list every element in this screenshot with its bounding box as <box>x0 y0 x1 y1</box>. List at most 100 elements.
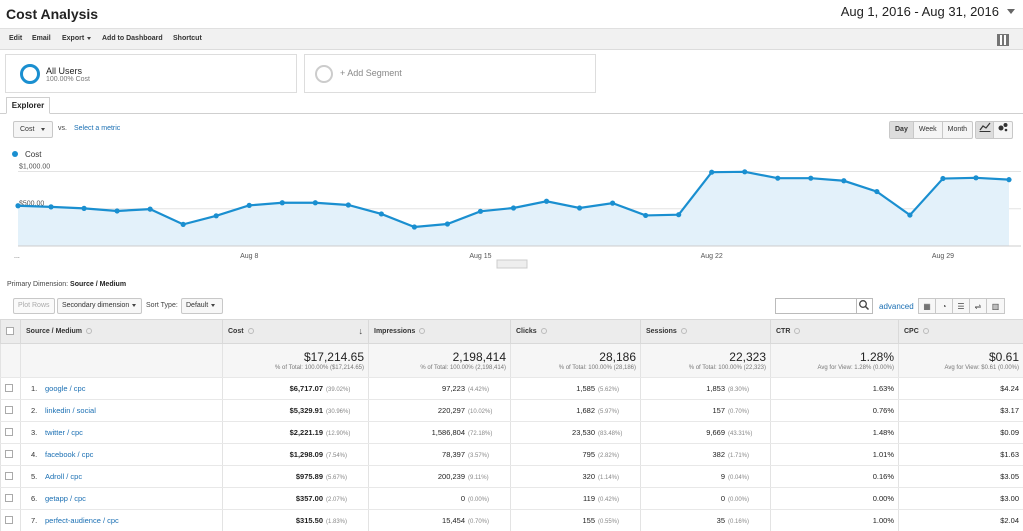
row-checkbox[interactable] <box>5 383 13 392</box>
edit-button[interactable]: Edit <box>9 35 22 42</box>
search-icon[interactable] <box>856 299 872 313</box>
cost-percent: (30.96%) <box>326 409 351 415</box>
comparison-view-icon[interactable]: ⇌ <box>970 299 987 313</box>
row-select-cell <box>0 377 21 400</box>
column-header-impressions[interactable]: Impressions <box>368 319 511 344</box>
insights-icon[interactable] <box>997 34 1009 46</box>
impressions-cell: 97,223 (4.42%) <box>368 377 511 400</box>
table-row: 1. google / cpc $6,717.07 (39.02%) 97,223 (4.… <box>0 377 1023 400</box>
shortcut-button[interactable]: Shortcut <box>173 35 202 42</box>
cost-percent: (12.90%) <box>326 431 351 437</box>
export-button[interactable]: Export <box>62 35 92 42</box>
help-icon[interactable] <box>419 328 426 335</box>
source-medium-link[interactable]: google / cpc <box>45 384 85 393</box>
add-segment-button[interactable]: + Add Segment <box>304 54 596 93</box>
week-button[interactable]: Week <box>914 122 943 138</box>
line-chart-icon[interactable] <box>976 122 994 138</box>
segment-ring-icon <box>20 64 40 84</box>
row-checkbox[interactable] <box>5 427 13 436</box>
clicks-cell: 119 (0.42%) <box>510 487 641 510</box>
total-cpc: $0.61 Avg for View: $0.61 (0.00%) <box>898 343 1023 378</box>
y-tick-label: $1,000.00 <box>19 163 50 170</box>
cost-chart: $1,000.00$500.00... Aug 8 Aug 15 Aug 22 Aug … <box>14 163 1021 269</box>
primary-dimension-value[interactable]: Source / Medium <box>70 281 126 288</box>
data-point <box>15 203 21 209</box>
cost-percent: (5.67%) <box>326 475 348 481</box>
source-medium-link[interactable]: getapp / cpc <box>45 494 86 503</box>
metric-select[interactable]: Cost <box>13 121 53 138</box>
day-button[interactable]: Day <box>890 122 914 138</box>
source-medium-link[interactable]: twitter / cpc <box>45 428 83 437</box>
clicks-value: 1,585 <box>576 384 595 393</box>
column-header-source-medium[interactable]: Source / Medium <box>20 319 223 344</box>
clicks-percent: (1.14%) <box>598 475 620 481</box>
column-header-sessions[interactable]: Sessions <box>640 319 771 344</box>
column-header-cpc[interactable]: CPC <box>898 319 1023 344</box>
data-table-view-icon[interactable]: ▦ <box>919 299 936 313</box>
performance-view-icon[interactable]: ☰ <box>953 299 970 313</box>
sessions-value: 35 <box>716 516 725 525</box>
cost-value: $357.00 <box>295 494 323 503</box>
data-point <box>246 202 252 208</box>
source-medium-link[interactable]: facebook / cpc <box>45 450 93 459</box>
help-icon[interactable] <box>680 328 687 335</box>
cost-cell: $2,221.19 (12.90%) <box>222 421 369 444</box>
select-metric-link[interactable]: Select a metric <box>74 125 120 132</box>
help-icon[interactable] <box>922 328 929 335</box>
advanced-filter-link[interactable]: advanced <box>879 302 914 311</box>
source-medium-link[interactable]: linkedin / social <box>45 406 96 415</box>
cost-value: $1,298.09 <box>289 450 323 459</box>
empty-cell <box>20 343 223 378</box>
total-value: 22,323 <box>729 350 766 364</box>
data-point <box>610 200 616 206</box>
tab-explorer[interactable]: Explorer <box>6 97 50 114</box>
source-medium-link[interactable]: Adroll / cpc <box>45 472 82 481</box>
data-point <box>279 200 285 206</box>
clicks-cell: 320 (1.14%) <box>510 465 641 488</box>
motion-chart-icon[interactable] <box>994 122 1012 138</box>
email-button[interactable]: Email <box>32 35 51 42</box>
row-checkbox[interactable] <box>5 449 13 458</box>
help-icon[interactable] <box>86 328 93 335</box>
legend-label: Cost <box>25 150 42 159</box>
impressions-value: 200,239 <box>437 472 465 481</box>
x-tick-label: Aug 8 <box>240 253 258 260</box>
x-tick-label: Aug 29 <box>932 253 954 260</box>
percentage-view-icon[interactable]: ◔ <box>936 299 953 313</box>
segment-all-users[interactable]: All Users 100.00% Cost <box>5 54 297 93</box>
x-tick-label: Aug 22 <box>701 253 723 260</box>
add-to-dashboard-button[interactable]: Add to Dashboard <box>102 35 163 42</box>
date-range-picker[interactable]: Aug 1, 2016 - Aug 31, 2016 <box>841 4 1015 19</box>
sort-type-select[interactable]: Default <box>181 298 223 314</box>
data-point <box>444 221 451 227</box>
column-header-ctr[interactable]: CTR <box>770 319 899 344</box>
help-icon[interactable] <box>540 328 547 335</box>
plot-rows-button[interactable]: Plot Rows <box>13 298 55 314</box>
impressions-percent: (4.42%) <box>468 387 490 393</box>
source-medium-cell: 1. google / cpc <box>20 377 223 400</box>
data-point <box>973 175 979 181</box>
row-checkbox[interactable] <box>5 493 13 502</box>
chevron-down-icon <box>87 36 92 40</box>
time-granularity-group: Day Week Month <box>889 121 974 139</box>
source-medium-link[interactable]: perfect-audience / cpc <box>45 516 119 525</box>
row-checkbox[interactable] <box>5 405 13 414</box>
secondary-dimension-select[interactable]: Secondary dimension <box>57 298 142 314</box>
month-button[interactable]: Month <box>943 122 972 138</box>
select-all-checkbox[interactable] <box>6 326 14 335</box>
sort-type-label: Sort Type: <box>146 302 178 309</box>
cpc-value: $3.05 <box>1000 472 1019 481</box>
data-point <box>576 205 583 211</box>
help-icon[interactable] <box>247 328 254 335</box>
column-header-cost[interactable]: Cost ↓ <box>222 319 369 344</box>
metric-select-label: Cost <box>20 126 35 133</box>
column-header-clicks[interactable]: Clicks <box>510 319 641 344</box>
ctr-value: 1.48% <box>872 428 894 437</box>
chevron-down-icon <box>211 303 216 307</box>
help-icon[interactable] <box>794 328 801 335</box>
row-checkbox[interactable] <box>5 515 13 524</box>
cpc-value: $2.04 <box>1000 516 1019 525</box>
pivot-view-icon[interactable]: ▥ <box>987 299 1004 313</box>
cost-cell: $315.50 (1.83%) <box>222 509 369 531</box>
row-checkbox[interactable] <box>5 471 13 480</box>
